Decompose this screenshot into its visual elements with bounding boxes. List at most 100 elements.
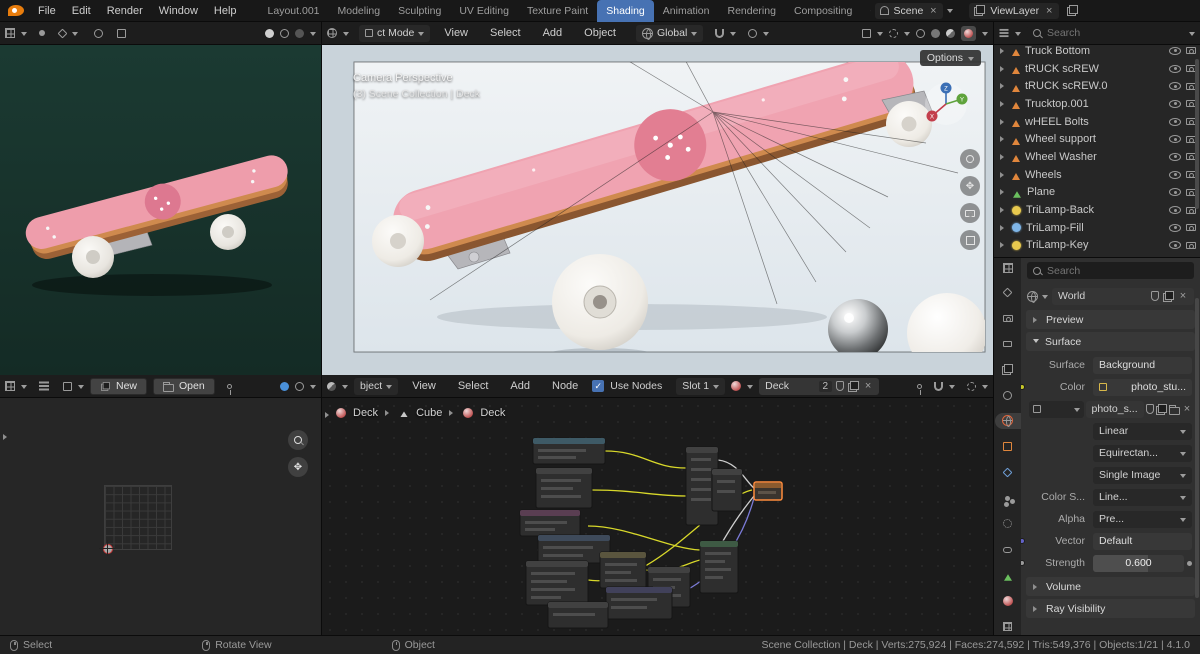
outliner-item-label[interactable]: Plane [1027,186,1164,198]
proportional-editing-icon[interactable] [748,28,758,38]
mask-icon[interactable] [117,28,126,38]
shading-chevron-icon[interactable] [982,31,988,39]
open-image-icon[interactable] [1169,404,1180,415]
region-toggle-icon[interactable] [325,412,332,418]
shader-editor-chevron-icon[interactable] [342,384,348,392]
breadcrumb-object[interactable]: Cube [416,407,442,419]
unlink-world-icon[interactable]: × [1178,291,1188,302]
shading-rendered-active[interactable] [961,25,976,41]
eye-icon[interactable] [1169,117,1181,126]
display-chevron-icon[interactable] [310,31,316,39]
tab-material[interactable] [997,593,1019,610]
shader-menu-select[interactable]: Select [450,380,497,392]
gizmo-chevron-icon[interactable] [877,31,883,39]
channels-chevron-icon[interactable] [310,384,316,392]
zoom-icon[interactable] [288,430,308,450]
color-value-button[interactable]: photo_stu... [1093,378,1192,396]
viewport-menu-object[interactable]: Object [576,27,624,39]
channel-alpha-icon[interactable] [280,28,289,38]
eye-icon[interactable] [1169,206,1181,215]
camera-visibility-icon[interactable] [1186,241,1196,249]
shader-menu-add[interactable]: Add [502,380,538,392]
material-unlink-icon[interactable]: × [863,381,873,392]
slot-dropdown[interactable]: Slot 1 [676,377,726,395]
panel-preview[interactable]: Preview [1026,310,1195,329]
expand-icon[interactable] [1000,153,1007,160]
eye-icon[interactable] [1169,241,1181,250]
image-editor-canvas[interactable]: ✥ [0,398,321,635]
viewport-menu-select[interactable]: Select [482,27,529,39]
tab-modifiers[interactable] [997,464,1019,481]
tab-truncated[interactable]: G [861,0,871,22]
outliner-item-label[interactable]: tRUCK scREW.0 [1025,80,1164,92]
scene-selector[interactable]: Scene × [874,2,944,19]
zoom-icon[interactable] [960,149,980,169]
outliner-item-label[interactable]: wHEEL Bolts [1025,116,1164,128]
snap-magnet-icon[interactable] [934,381,943,391]
snap-chevron-icon[interactable] [730,31,737,39]
outliner-item-label[interactable]: Trucktop.001 [1025,98,1164,110]
menu-help[interactable]: Help [206,5,245,17]
pan-hand-icon[interactable]: ✥ [288,457,308,477]
viewport-editor-type-icon[interactable] [327,28,337,38]
tab-uv-editing[interactable]: UV Editing [450,0,518,22]
alpha-channel-icon[interactable] [295,381,304,391]
new-world-icon[interactable] [1163,290,1174,302]
region-toggle-icon[interactable] [3,434,10,440]
outliner-item-label[interactable]: Wheel support [1025,133,1164,145]
material-browse-icon[interactable] [731,381,742,391]
image-fake-user-icon[interactable] [1146,404,1154,414]
expand-icon[interactable] [1000,47,1007,54]
outliner-row[interactable]: Plane [994,184,1200,202]
editor-type-icon[interactable] [5,28,15,38]
properties-search-input[interactable] [1047,264,1188,277]
proportional-chevron-icon[interactable] [763,31,770,39]
outliner-row[interactable]: Trucktop.001 [994,95,1200,113]
image-copy-icon[interactable] [1156,403,1167,415]
colorspace-dropdown[interactable]: Line... [1093,488,1192,506]
open-image-button[interactable]: Open [153,377,215,395]
outliner-row[interactable]: TriLamp-Key [994,237,1200,255]
outliner-row[interactable]: Truck Bottom [994,45,1200,60]
alpha-dropdown[interactable]: Pre... [1093,510,1192,528]
tab-texture-paint[interactable]: Texture Paint [518,0,597,22]
overlays-chevron-icon[interactable] [982,384,988,392]
material-fake-user-icon[interactable] [836,381,845,391]
shader-menu-view[interactable]: View [404,380,444,392]
outliner-row[interactable]: tRUCK scREW.0 [994,77,1200,95]
camera-view-icon[interactable] [960,203,980,223]
interpolation-dropdown[interactable]: Linear [1093,422,1192,440]
camera-visibility-icon[interactable] [1186,47,1196,55]
outliner-item-label[interactable]: Wheel Washer [1025,151,1164,163]
outliner-editor-type-icon[interactable] [999,32,1009,34]
new-viewlayer-icon[interactable] [1067,5,1079,16]
options-dropdown[interactable]: Options [919,50,981,66]
tab-particles[interactable] [997,490,1019,507]
outliner-row[interactable]: tRUCK scREW [994,60,1200,78]
projection-dropdown[interactable]: Equirectan... [1093,444,1192,462]
expand-icon[interactable] [1000,65,1007,72]
outliner-search[interactable] [1027,24,1183,42]
eye-icon[interactable] [1169,170,1181,179]
shading-wireframe-icon[interactable] [916,28,925,38]
tab-texture[interactable] [997,618,1019,635]
viewport-menu-add[interactable]: Add [535,27,571,39]
scene-browse-icon[interactable] [947,9,954,16]
breadcrumb-material[interactable]: Deck [353,407,378,419]
material-users-count[interactable]: 2 [818,380,833,392]
animate-dot-icon[interactable] [1187,560,1192,566]
outliner-item-label[interactable]: TriLamp-Fill [1026,222,1164,234]
tab-object[interactable] [997,438,1019,455]
blender-logo-icon[interactable] [8,5,24,16]
menu-window[interactable]: Window [151,5,206,17]
expand-icon[interactable] [1000,224,1007,231]
eye-icon[interactable] [1169,82,1181,91]
expand-icon[interactable] [1000,83,1007,90]
camera-visibility-icon[interactable] [1186,224,1196,232]
image-name-field[interactable]: photo_s... [1085,400,1144,418]
tab-layout[interactable]: Layout.001 [259,0,329,22]
outliner-search-input[interactable] [1047,27,1177,39]
tab-compositing[interactable]: Compositing [785,0,861,22]
unlink-image-icon[interactable]: × [1182,404,1192,415]
eye-icon[interactable] [1169,135,1181,144]
